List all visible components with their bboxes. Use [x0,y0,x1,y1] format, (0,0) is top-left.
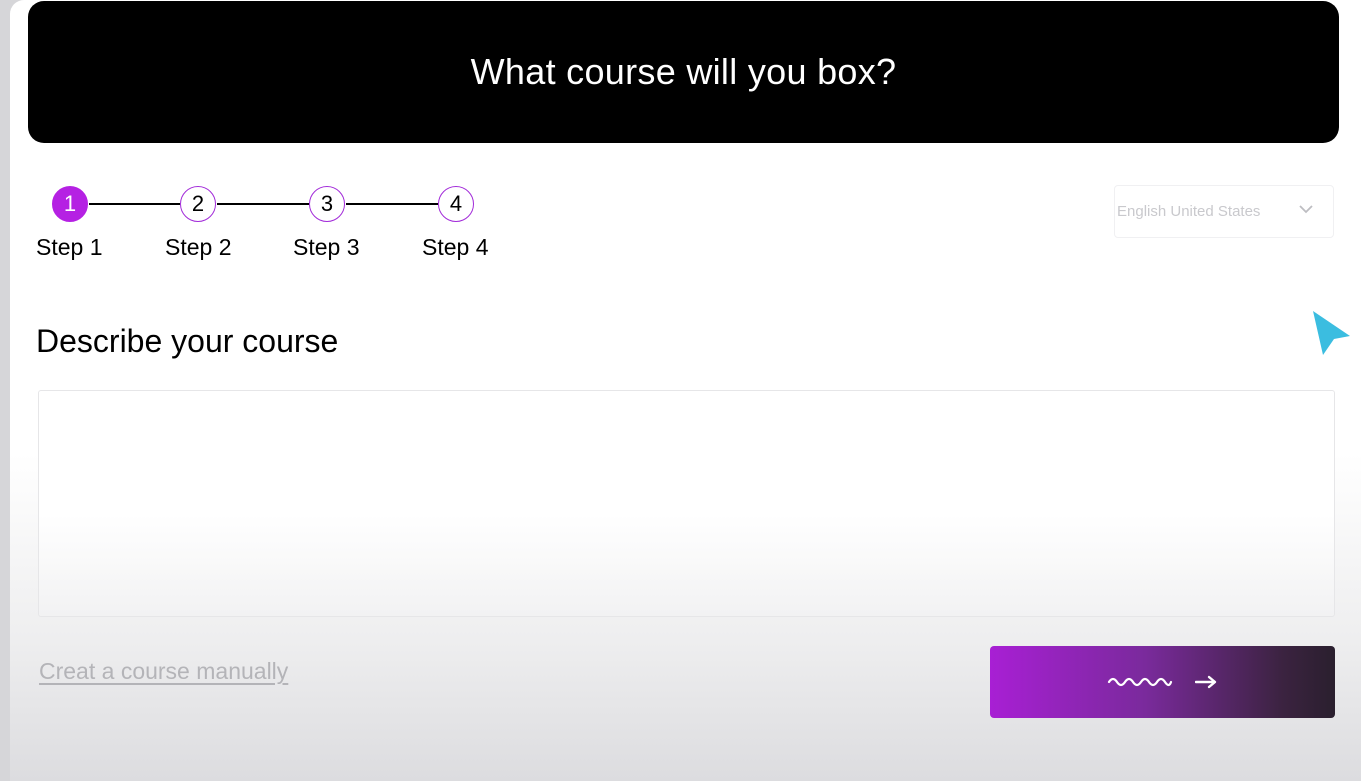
step-1-label: Step 1 [36,234,103,260]
step-4-label: Step 4 [422,234,489,260]
page-title: What course will you box? [470,51,897,92]
chevron-down-icon [1299,205,1313,214]
wave-loading-icon [1107,677,1172,687]
step-3-indicator[interactable]: 3 [309,186,345,222]
section-title: Describe your course [36,323,339,359]
language-select[interactable]: English United States [1114,185,1334,238]
stepper: 1 2 3 4 Step 1 Step 2 Step 3 Step 4 [36,184,516,274]
step-connector [89,203,180,205]
step-connector [217,203,309,205]
mouse-cursor-icon [1313,311,1350,355]
step-4-indicator[interactable]: 4 [438,186,474,222]
step-4-number: 4 [449,191,463,216]
step-connector [346,203,438,205]
create-manually-link[interactable]: Creat a course manually [39,658,288,685]
step-1-indicator[interactable]: 1 [52,186,88,222]
language-select-value: English United States [1117,203,1261,220]
step-3-number: 3 [320,191,334,216]
step-1-number: 1 [63,191,77,216]
step-2-indicator[interactable]: 2 [180,186,216,222]
page-header: What course will you box? [28,1,1339,143]
step-2-label: Step 2 [165,234,232,260]
step-2-number: 2 [191,191,205,216]
course-description-input[interactable] [38,390,1335,617]
step-3-label: Step 3 [293,234,360,260]
submit-button[interactable] [990,646,1335,718]
arrow-right-icon [1194,675,1216,689]
